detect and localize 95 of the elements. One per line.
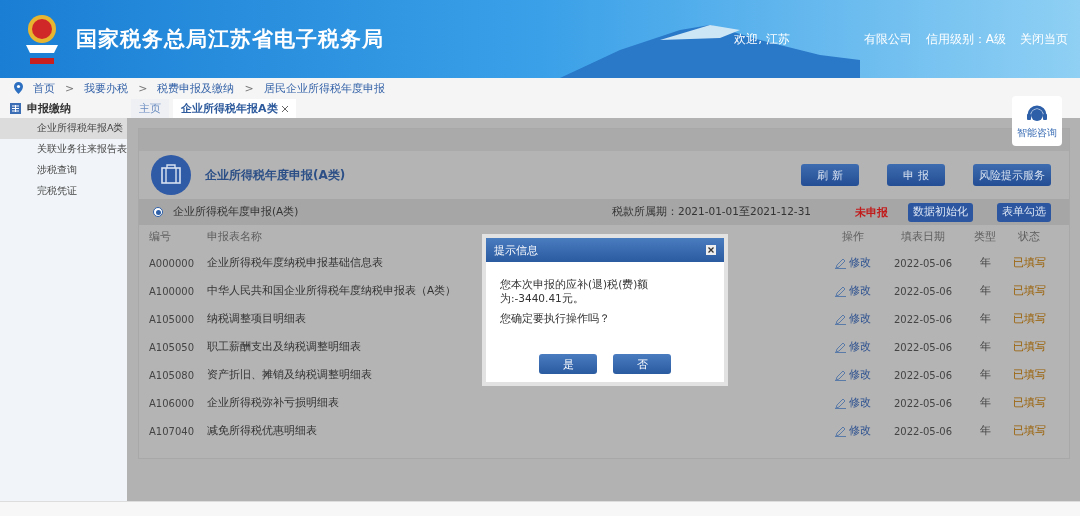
table-cell: A107040 bbox=[149, 425, 194, 437]
pencil-icon bbox=[835, 285, 846, 297]
table-cell: 年 bbox=[979, 424, 991, 438]
table-cell: 已填写 bbox=[1012, 340, 1046, 354]
table-cell: A100000 bbox=[149, 285, 194, 297]
radio-button[interactable] bbox=[153, 207, 163, 217]
table-cell: 年 bbox=[979, 340, 991, 354]
pencil-icon bbox=[835, 425, 846, 437]
table-cell: 已填写 bbox=[1012, 368, 1046, 382]
table-cell: 2022-05-06 bbox=[893, 257, 953, 269]
breadcrumb-link[interactable]: 首页 bbox=[33, 80, 55, 96]
form-title: 企业所得税年度申报(A类) bbox=[205, 166, 347, 184]
table-cell: 年 bbox=[979, 312, 991, 326]
table-cell: A105080 bbox=[149, 369, 194, 381]
breadcrumb-separator: > bbox=[138, 81, 148, 95]
consult-label: 智能咨询 bbox=[1017, 126, 1057, 140]
edit-link[interactable]: 修改 bbox=[849, 256, 871, 270]
edit-link[interactable]: 修改 bbox=[849, 340, 871, 354]
breadcrumb-separator: > bbox=[244, 81, 254, 95]
edit-link[interactable]: 修改 bbox=[849, 396, 871, 410]
tab[interactable]: 企业所得税年报A类 bbox=[173, 99, 296, 118]
table-cell: 年 bbox=[979, 256, 991, 270]
company-text: 有限公司 bbox=[863, 30, 912, 48]
column-header: 编号 bbox=[149, 230, 171, 244]
table-cell: A105050 bbox=[149, 341, 194, 353]
table-cell: 资产折旧、摊销及纳税调整明细表 bbox=[207, 368, 372, 382]
small-button[interactable]: 数据初始化 bbox=[908, 202, 973, 222]
location-pin-icon bbox=[14, 82, 23, 94]
column-header: 状态 bbox=[1018, 230, 1040, 244]
table-cell: A106000 bbox=[149, 397, 194, 409]
action-button[interactable]: 申 报 bbox=[887, 164, 945, 186]
table-cell: 职工薪酬支出及纳税调整明细表 bbox=[207, 340, 361, 354]
pencil-icon bbox=[835, 313, 846, 325]
column-header: 类型 bbox=[974, 230, 996, 244]
table-cell: 2022-05-06 bbox=[893, 369, 953, 381]
pencil-icon bbox=[835, 257, 846, 269]
table-cell: 年 bbox=[979, 396, 991, 410]
sidebar-item[interactable]: 完税凭证 bbox=[0, 181, 127, 202]
welcome-text: 欢迎, 江苏 bbox=[734, 30, 790, 48]
edit-link[interactable]: 修改 bbox=[849, 284, 871, 298]
edit-link[interactable]: 修改 bbox=[849, 368, 871, 382]
small-button[interactable]: 表单勾选 bbox=[997, 202, 1051, 222]
table-cell: 2022-05-06 bbox=[893, 285, 953, 297]
action-button[interactable]: 风险提示服务 bbox=[973, 164, 1051, 186]
table-cell: A105000 bbox=[149, 313, 194, 325]
table-cell: 纳税调整项目明细表 bbox=[207, 312, 306, 326]
sidebar-item[interactable]: 企业所得税年报A类 bbox=[0, 118, 127, 139]
breadcrumb-link[interactable]: 我要办税 bbox=[84, 80, 129, 96]
tab[interactable]: 主页 bbox=[131, 99, 169, 118]
table-cell: 2022-05-06 bbox=[893, 425, 953, 437]
table-cell: 2022-05-06 bbox=[893, 313, 953, 325]
column-header: 填表日期 bbox=[901, 230, 945, 244]
table-cell: 减免所得税优惠明细表 bbox=[207, 424, 317, 438]
table-cell: 年 bbox=[979, 368, 991, 382]
dialog-button[interactable]: 否 bbox=[613, 354, 671, 374]
table-cell: 已填写 bbox=[1012, 256, 1046, 270]
briefcase-icon bbox=[151, 155, 191, 195]
table-cell: 已填写 bbox=[1012, 312, 1046, 326]
close-icon[interactable] bbox=[706, 245, 716, 255]
breadcrumb-link[interactable]: 税费申报及缴纳 bbox=[157, 80, 235, 96]
table-cell: 企业所得税年度纳税申报基础信息表 bbox=[207, 256, 383, 270]
column-header: 申报表名称 bbox=[207, 230, 262, 244]
pencil-icon bbox=[835, 341, 846, 353]
table-cell: 年 bbox=[979, 284, 991, 298]
sidebar-item[interactable]: 关联业务往来报告表 bbox=[0, 139, 127, 160]
dialog-message: 您确定要执行操作吗？ bbox=[500, 312, 611, 326]
credit-level: 信用级别：A级 bbox=[925, 30, 1006, 48]
table-cell: 已填写 bbox=[1012, 284, 1046, 298]
tax-period: 税款所属期：2021-01-01至2021-12-31 bbox=[611, 205, 811, 219]
dialog-message: 您本次申报的应补(退)税(费)额为:-3440.41元。 bbox=[500, 278, 650, 306]
table-cell: A000000 bbox=[149, 257, 194, 269]
pencil-icon bbox=[835, 369, 846, 381]
breadcrumb-separator: > bbox=[65, 81, 75, 95]
sidebar-item[interactable]: 涉税查询 bbox=[0, 160, 127, 181]
dialog-button[interactable]: 是 bbox=[539, 354, 597, 374]
table-cell: 2022-05-06 bbox=[893, 397, 953, 409]
table-cell: 已填写 bbox=[1012, 396, 1046, 410]
table-cell: 已填写 bbox=[1012, 424, 1046, 438]
grid-icon bbox=[10, 102, 21, 114]
table-cell: 中华人民共和国企业所得税年度纳税申报表（A类） bbox=[207, 284, 457, 298]
column-header: 操作 bbox=[842, 230, 864, 244]
edit-link[interactable]: 修改 bbox=[849, 424, 871, 438]
table-cell: 2022-05-06 bbox=[893, 341, 953, 353]
action-button[interactable]: 刷 新 bbox=[801, 164, 859, 186]
consult-widget[interactable]: 智能咨询 bbox=[1012, 96, 1062, 146]
pencil-icon bbox=[835, 397, 846, 409]
breadcrumb-link[interactable]: 居民企业所得税年度申报 bbox=[263, 80, 385, 96]
site-title: 国家税务总局江苏省电子税务局 bbox=[76, 26, 384, 53]
option-label: 企业所得税年度申报(A类) bbox=[173, 205, 299, 219]
table-cell: 企业所得税弥补亏损明细表 bbox=[207, 396, 339, 410]
dialog-title: 提示信息 bbox=[494, 242, 538, 258]
edit-link[interactable]: 修改 bbox=[849, 312, 871, 326]
filing-status: 未申报 bbox=[855, 204, 888, 220]
sidebar-title: 申报缴纳 bbox=[27, 100, 71, 116]
close-icon[interactable] bbox=[281, 105, 288, 112]
